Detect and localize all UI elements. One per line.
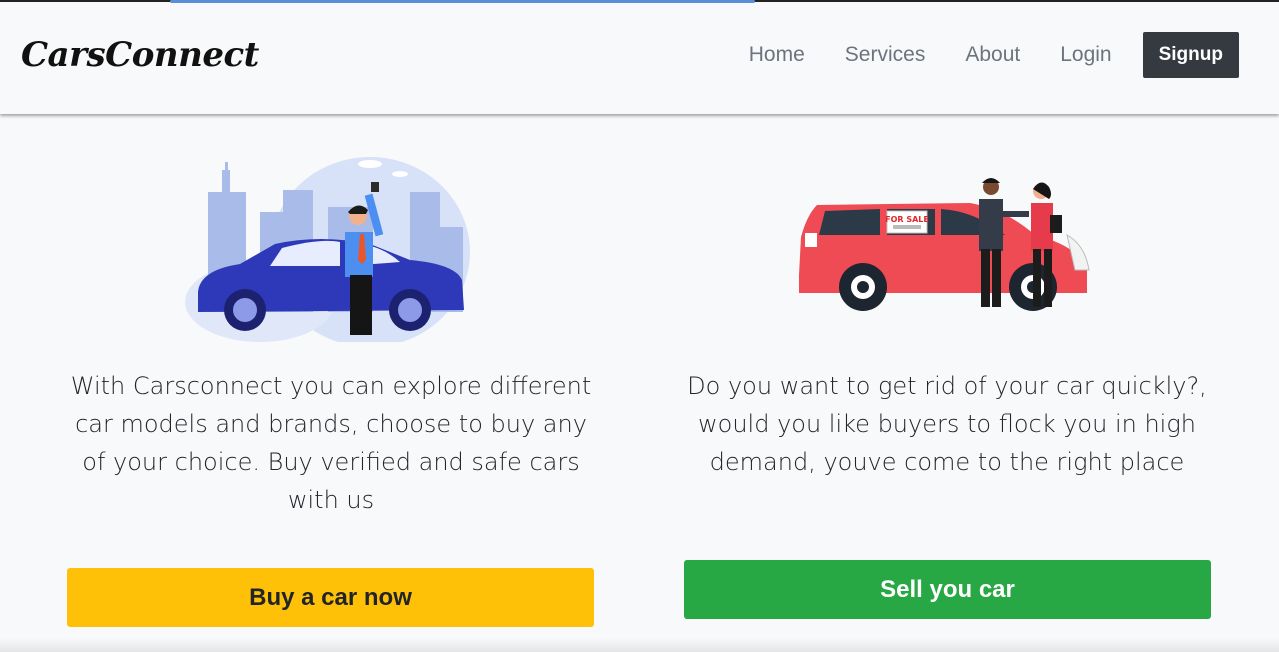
nav-home[interactable]: Home: [749, 43, 805, 67]
signup-button[interactable]: Signup: [1142, 32, 1239, 78]
nav-services[interactable]: Services: [845, 43, 926, 67]
buy-car-button[interactable]: Buy a car now: [67, 568, 594, 627]
nav-about[interactable]: About: [965, 43, 1020, 67]
bottom-shadow: [0, 638, 1279, 652]
for-sale-sign: FOR SALE: [885, 215, 929, 224]
nav-login[interactable]: Login: [1060, 43, 1111, 67]
sell-car-illustration: FOR SALE: [799, 178, 1090, 311]
nav-links: Home Services About Login Signup: [709, 32, 1239, 78]
navbar: CarsConnect Home Services About Login Si…: [0, 2, 1279, 114]
buy-car-illustration: [185, 157, 470, 342]
brand-logo[interactable]: CarsConnect: [21, 35, 259, 75]
sell-car-button[interactable]: Sell you car: [684, 560, 1211, 619]
focus-indicator: [170, 0, 755, 3]
sell-description: Do you want to get rid of your car quick…: [687, 372, 1207, 476]
buy-description: With Carsconnect you can explore differe…: [70, 372, 592, 514]
